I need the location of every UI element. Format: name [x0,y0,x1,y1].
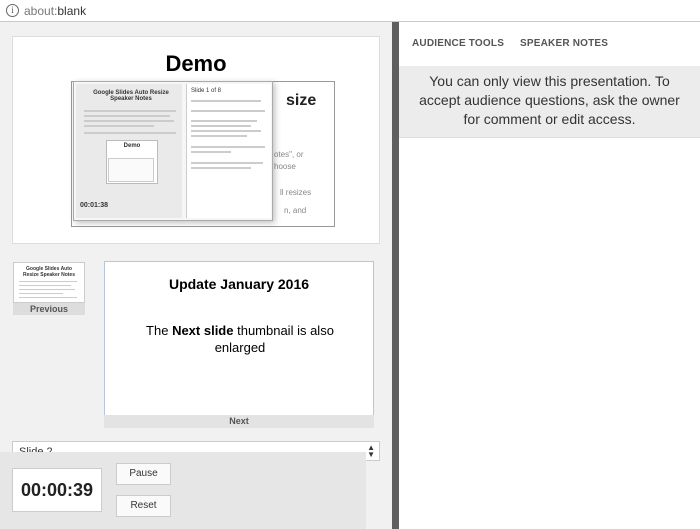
embedded-presenter-popup: Google Slides Auto Resize Speaker Notes … [73,81,273,221]
bg-heading: size [286,92,317,109]
next-slide-preview[interactable]: Update January 2016 The Next slide thumb… [104,261,374,416]
tab-audience-tools[interactable]: AUDIENCE TOOLS [412,38,504,49]
previous-thumb-title: Google Slides Auto Resize Speaker Notes [23,266,75,278]
timer-controls: 00:00:39 Pause Reset [0,452,366,529]
url-text: blank [57,3,87,18]
elapsed-timer: 00:00:39 [12,468,102,512]
address-bar[interactable]: i about: blank [0,0,700,22]
next-slide-body: The Next slide thumbnail is also enlarge… [125,322,355,356]
popup-mini-title: Demo [123,143,141,149]
next-body-suffix: thumbnail is also enlarged [214,323,334,355]
next-slide-title: Update January 2016 [168,276,310,292]
bg-line: n, and [284,206,307,215]
url-scheme: about: [24,3,58,18]
previous-slide-thumbnail[interactable]: Google Slides Auto Resize Speaker Notes [13,262,85,303]
next-label[interactable]: Next [104,415,374,428]
presenter-right-pane: AUDIENCE TOOLS SPEAKER NOTES You can onl… [399,22,700,529]
presenter-left-pane: Demo size otes", or hoose ll resizes n, … [0,22,392,529]
reset-button[interactable]: Reset [116,495,171,517]
pane-divider[interactable] [392,22,399,529]
popup-mini-inner [108,158,154,182]
right-tabs: AUDIENCE TOOLS SPEAKER NOTES [399,22,700,66]
bg-line: ll resizes [280,188,312,197]
next-body-bold: Next slide [172,323,234,338]
tab-speaker-notes[interactable]: SPEAKER NOTES [520,38,608,49]
select-arrows-icon: ▲ ▼ [367,443,375,459]
bg-line: hoose [274,162,296,171]
current-slide-title: Demo [165,51,227,76]
previous-label[interactable]: Previous [13,303,85,315]
popup-right: Slide 1 of 8 [186,84,271,218]
info-icon[interactable]: i [6,4,19,17]
popup-left: Google Slides Auto Resize Speaker Notes … [76,84,182,218]
current-slide: Demo size otes", or hoose ll resizes n, … [12,36,380,244]
next-body-prefix: The [146,323,173,338]
bg-line: otes", or [274,150,304,159]
popup-slide-title: Google Slides Auto Resize Speaker Notes [93,90,169,102]
popup-header: Slide 1 of 8 [191,88,222,94]
popup-timer: 00:01:38 [80,202,109,209]
pause-button[interactable]: Pause [116,463,171,485]
view-only-notice: You can only view this presentation. To … [399,66,700,138]
